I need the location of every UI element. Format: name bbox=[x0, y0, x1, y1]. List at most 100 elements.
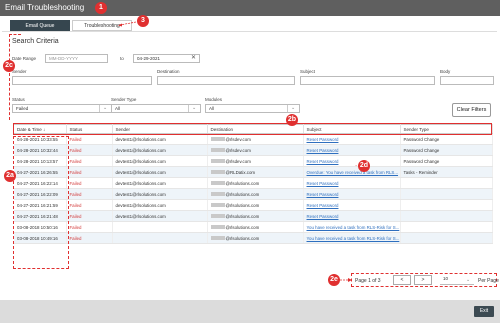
cell-status: Failed bbox=[66, 210, 113, 222]
redacted-block bbox=[210, 236, 225, 241]
date-from-input[interactable]: MM-DD-YYYY bbox=[45, 54, 108, 63]
annotation-badge-2a: 2a bbox=[4, 170, 16, 182]
redacted-block bbox=[210, 225, 225, 230]
status-separator bbox=[99, 105, 100, 112]
pager-next-button[interactable]: > bbox=[414, 275, 432, 285]
cell-sender bbox=[112, 232, 208, 244]
table-row[interactable]: 03-08-2018 10:50:16 Failed @rlsolutions.… bbox=[14, 221, 493, 233]
cell-destination: @rlsolutions.com bbox=[207, 232, 304, 244]
annotation-badge-2b: 2b bbox=[286, 114, 298, 126]
cell-sender-type bbox=[400, 177, 493, 189]
cell-destination: @rlsdev.com bbox=[207, 144, 304, 156]
table-row[interactable]: 04-27-2021 16:21:48 Failed devtest1@rlso… bbox=[14, 210, 493, 222]
cell-sender bbox=[112, 221, 208, 233]
modules-label: Modules bbox=[205, 97, 223, 102]
cell-destination: @rlsolutions.com bbox=[207, 177, 304, 189]
clear-date-icon[interactable]: ✕ bbox=[191, 54, 196, 61]
cell-status: Failed bbox=[66, 188, 113, 200]
modules-select[interactable]: All bbox=[205, 104, 300, 113]
body-label: Body bbox=[440, 69, 451, 74]
sender-type-separator bbox=[188, 105, 189, 112]
table-row[interactable]: 03-08-2018 10:49:16 Failed @rlsolutions.… bbox=[14, 232, 493, 244]
redacted-block bbox=[210, 203, 225, 208]
cell-sender: devtest1@rlsolutions.com bbox=[112, 155, 208, 167]
exit-button[interactable]: Exit bbox=[474, 306, 494, 317]
cell-sender: devtest1@rlsolutions.com bbox=[112, 144, 208, 156]
sender-type-chevron-down-icon[interactable]: ⌄ bbox=[192, 105, 196, 111]
per-page-label: Per Page bbox=[478, 278, 499, 284]
cell-sender-type bbox=[400, 188, 493, 200]
cell-destination: @rlsdev.com bbox=[207, 133, 304, 145]
cell-subject-link[interactable]: You have received a task from RLS-Risk f… bbox=[303, 221, 401, 233]
status-select[interactable]: Failed bbox=[12, 104, 112, 113]
sender-input[interactable] bbox=[12, 76, 152, 85]
cell-status: Failed bbox=[66, 133, 113, 145]
cell-sender-type bbox=[400, 210, 493, 222]
annotation-badge-2d: 2d bbox=[358, 160, 370, 172]
redacted-block bbox=[210, 148, 225, 153]
cell-subject-link[interactable]: You have received a task from RLS-Risk f… bbox=[303, 232, 401, 244]
cell-sender: devtest1@rlsolutions.com bbox=[112, 199, 208, 211]
subject-input[interactable] bbox=[300, 76, 435, 85]
cell-sender-type: Password Change bbox=[400, 144, 493, 156]
cell-subject-link[interactable]: Reset Password bbox=[303, 177, 401, 189]
cell-subject-link[interactable]: Reset Password bbox=[303, 155, 401, 167]
cell-sender: devtest1@rlsolutions.com bbox=[112, 133, 208, 145]
cell-destination: @rlsolutions.com bbox=[207, 210, 304, 222]
cell-sender-type bbox=[400, 199, 493, 211]
cell-destination: @rlsolutions.com bbox=[207, 199, 304, 211]
date-to-label: to bbox=[120, 56, 124, 61]
annotation-badge-1: 1 bbox=[95, 2, 107, 14]
cell-subject-link[interactable]: Reset Password bbox=[303, 210, 401, 222]
cell-sender-type: Password Change bbox=[400, 133, 493, 145]
cell-subject-link[interactable]: Reset Password bbox=[303, 133, 401, 145]
cell-destination: @RLDatix.com bbox=[207, 166, 304, 178]
cell-subject-link[interactable]: Reset Password bbox=[303, 199, 401, 211]
subject-label: Subject bbox=[300, 69, 316, 74]
table-row[interactable]: 04-27-2021 16:21:59 Failed devtest1@rlso… bbox=[14, 199, 493, 211]
table-row[interactable]: 04-27-2021 16:22:09 Failed devtest1@rlso… bbox=[14, 188, 493, 200]
cell-destination: @rlsdev.com bbox=[207, 155, 304, 167]
cell-sender-type: Tasks - Reminder bbox=[400, 166, 493, 178]
cell-status: Failed bbox=[66, 221, 113, 233]
annotation-outline-2a bbox=[13, 136, 69, 269]
table-row[interactable]: 04-27-2021 16:26:55 Failed devtest1@rlso… bbox=[14, 166, 493, 178]
cell-sender: devtest1@rlsolutions.com bbox=[112, 177, 208, 189]
redacted-block bbox=[210, 137, 225, 142]
email-results-table: Date & Time ↓ Status Sender Destination … bbox=[14, 124, 493, 244]
sender-type-label: Sender Type bbox=[111, 97, 137, 102]
clear-filters-button[interactable]: Clear Filters bbox=[452, 103, 491, 117]
cell-status: Failed bbox=[66, 155, 113, 167]
redacted-block bbox=[210, 181, 225, 186]
cell-status: Failed bbox=[66, 144, 113, 156]
table-row[interactable]: 04-28-2021 10:13:57 Failed devtest1@rlso… bbox=[14, 155, 493, 167]
modules-chevron-down-icon[interactable]: ⌄ bbox=[291, 105, 295, 111]
cell-status: Failed bbox=[66, 177, 113, 189]
cell-subject-link[interactable]: Overdue: You have received a task from R… bbox=[303, 166, 401, 178]
page-size-chevron-down-icon[interactable]: ⌄ bbox=[466, 277, 470, 283]
cell-subject-link[interactable]: Reset Password bbox=[303, 188, 401, 200]
cell-destination: @rlsolutions.com bbox=[207, 221, 304, 233]
cell-sender-type bbox=[400, 221, 493, 233]
redacted-block bbox=[210, 214, 225, 219]
cell-status: Failed bbox=[66, 199, 113, 211]
table-row[interactable]: 04-28-2021 10:33:55 Failed devtest1@rlso… bbox=[14, 133, 493, 145]
cell-status: Failed bbox=[66, 166, 113, 178]
redacted-block bbox=[210, 192, 225, 197]
annotation-outline-2c bbox=[9, 34, 21, 120]
annotation-outline-2b bbox=[13, 123, 492, 135]
annotation-badge-2e: 2e bbox=[328, 274, 340, 286]
body-input[interactable] bbox=[440, 76, 494, 85]
cell-sender-type: Password Change bbox=[400, 155, 493, 167]
modules-separator bbox=[287, 105, 288, 112]
destination-label: Destination bbox=[157, 69, 180, 74]
table-row[interactable]: 04-28-2021 10:32:44 Failed devtest1@rlso… bbox=[14, 144, 493, 156]
table-row[interactable]: 04-27-2021 16:22:14 Failed devtest1@rlso… bbox=[14, 177, 493, 189]
pager-prev-button[interactable]: < bbox=[393, 275, 411, 285]
redacted-block bbox=[210, 170, 225, 175]
status-chevron-down-icon[interactable]: ⌄ bbox=[103, 105, 107, 111]
cell-subject-link[interactable]: Reset Password bbox=[303, 144, 401, 156]
cell-destination: @rlsolutions.com bbox=[207, 188, 304, 200]
date-to-input[interactable]: 04-29-2021 bbox=[133, 54, 200, 63]
destination-input[interactable] bbox=[157, 76, 295, 85]
